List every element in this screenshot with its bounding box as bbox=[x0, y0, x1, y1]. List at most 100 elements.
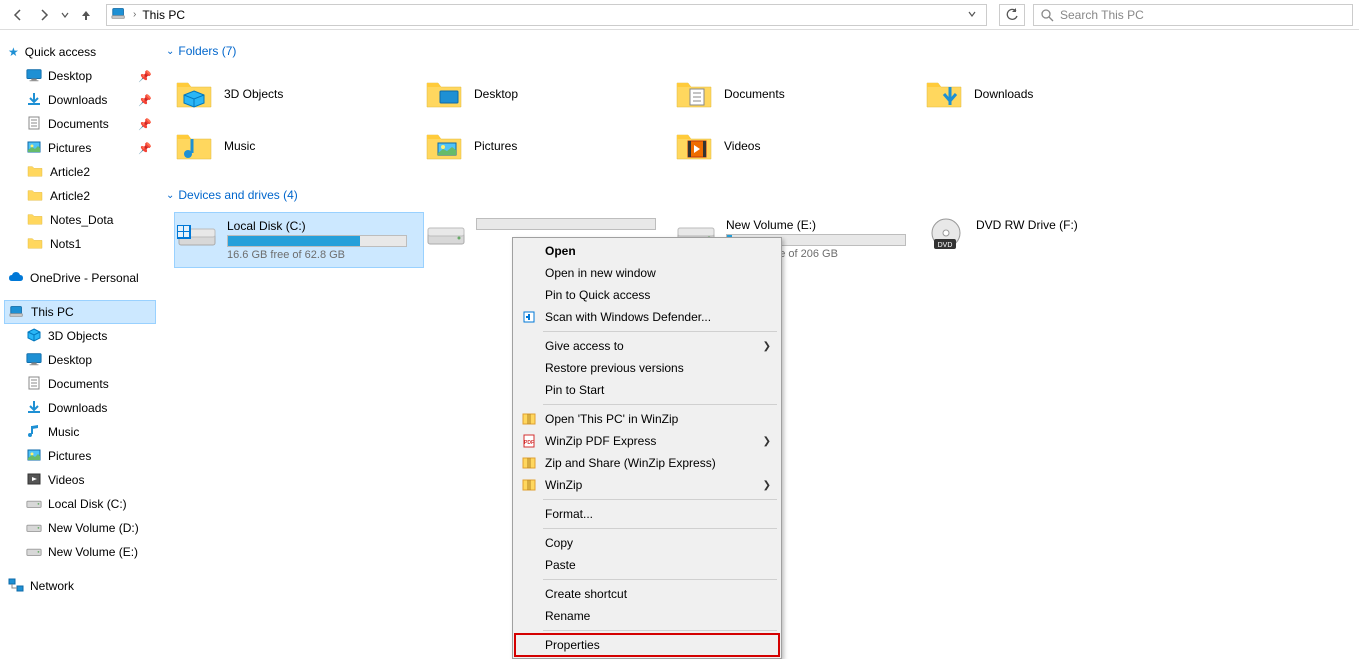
network-icon bbox=[8, 578, 24, 595]
sidebar-item-label: Documents bbox=[48, 377, 109, 391]
section-drives-header[interactable]: ⌄ Devices and drives (4) bbox=[160, 182, 1359, 208]
menu-item-openthispcinwinzip[interactable]: Open 'This PC' in WinZip bbox=[515, 408, 779, 430]
sidebar-item-label: Local Disk (C:) bbox=[48, 497, 127, 511]
back-button[interactable] bbox=[6, 3, 30, 27]
menu-item-format[interactable]: Format... bbox=[515, 503, 779, 525]
folder-label: Videos bbox=[724, 139, 760, 153]
sidebar-item-videos[interactable]: Videos bbox=[4, 468, 156, 492]
folder-3dobjects[interactable]: 3D Objects bbox=[174, 68, 424, 120]
menu-item-winzip[interactable]: WinZip❯ bbox=[515, 474, 779, 496]
sidebar-item-newvolumee[interactable]: New Volume (E:) bbox=[4, 540, 156, 564]
folder-icon bbox=[674, 126, 714, 166]
sidebar-this-pc[interactable]: This PC bbox=[4, 300, 156, 324]
sidebar-item-pictures[interactable]: Pictures📌 bbox=[4, 136, 156, 160]
address-bar[interactable]: › This PC bbox=[106, 4, 987, 26]
drive-capacity-bar bbox=[227, 235, 407, 247]
sidebar-item-downloads[interactable]: Downloads📌 bbox=[4, 88, 156, 112]
sidebar-item-label: Desktop bbox=[48, 69, 92, 83]
menu-item-paste[interactable]: Paste bbox=[515, 554, 779, 576]
drive-icon bbox=[26, 495, 42, 514]
address-dropdown[interactable] bbox=[962, 8, 982, 22]
pdf-icon: PDF bbox=[521, 433, 537, 449]
sidebar-item-music[interactable]: Music bbox=[4, 420, 156, 444]
menu-item-label: Create shortcut bbox=[545, 587, 627, 601]
sidebar-item-localdiskc[interactable]: Local Disk (C:) bbox=[4, 492, 156, 516]
chevron-right-icon: ❯ bbox=[763, 436, 771, 447]
sidebar-item-nots1[interactable]: Nots1 bbox=[4, 232, 156, 256]
navigation-pane: ★ Quick access Desktop📌Downloads📌Documen… bbox=[0, 30, 160, 643]
folder-icon bbox=[924, 74, 964, 114]
winzip-icon bbox=[521, 411, 537, 427]
sidebar-network[interactable]: Network bbox=[4, 574, 156, 598]
menu-item-scanwithwindowsdefender[interactable]: Scan with Windows Defender... bbox=[515, 306, 779, 328]
folder-icon bbox=[674, 74, 714, 114]
sidebar-quick-access[interactable]: ★ Quick access bbox=[4, 40, 156, 64]
up-button[interactable] bbox=[74, 3, 98, 27]
sidebar-item-article2[interactable]: Article2 bbox=[4, 184, 156, 208]
chevron-icon[interactable]: › bbox=[131, 9, 138, 20]
downloads-icon bbox=[26, 91, 42, 110]
folder-label: Downloads bbox=[974, 87, 1033, 101]
folder-music[interactable]: Music bbox=[174, 120, 424, 172]
pc-icon bbox=[111, 5, 127, 24]
menu-item-label: Pin to Start bbox=[545, 383, 604, 397]
sidebar-item-label: Notes_Dota bbox=[50, 213, 113, 227]
drive-icon bbox=[177, 215, 217, 255]
drive-label: DVD RW Drive (F:) bbox=[976, 218, 1172, 232]
desktop-icon bbox=[26, 351, 42, 370]
sidebar-item-documents[interactable]: Documents📌 bbox=[4, 112, 156, 136]
drive-dvdrwdrivef[interactable]: DVD RW Drive (F:) bbox=[924, 212, 1174, 268]
refresh-button[interactable] bbox=[999, 4, 1025, 26]
sidebar-onedrive[interactable]: OneDrive - Personal bbox=[4, 266, 156, 290]
folder-documents[interactable]: Documents bbox=[674, 68, 924, 120]
sidebar-item-newvolumed[interactable]: New Volume (D:) bbox=[4, 516, 156, 540]
svg-text:PDF: PDF bbox=[524, 440, 534, 446]
pin-icon: 📌 bbox=[138, 142, 152, 155]
cloud-icon bbox=[8, 271, 24, 286]
breadcrumb-this-pc[interactable]: This PC bbox=[138, 8, 189, 22]
menu-item-zipandsharewinzipexpress[interactable]: Zip and Share (WinZip Express) bbox=[515, 452, 779, 474]
menu-item-copy[interactable]: Copy bbox=[515, 532, 779, 554]
chevron-right-icon: ❯ bbox=[763, 341, 771, 352]
context-menu: OpenOpen in new windowPin to Quick acces… bbox=[512, 237, 782, 659]
sidebar-item-desktop[interactable]: Desktop bbox=[4, 348, 156, 372]
recent-dropdown[interactable] bbox=[58, 3, 72, 27]
folder-downloads[interactable]: Downloads bbox=[924, 68, 1174, 120]
menu-item-label: Scan with Windows Defender... bbox=[545, 310, 711, 324]
forward-button[interactable] bbox=[32, 3, 56, 27]
search-input[interactable]: Search This PC bbox=[1033, 4, 1353, 26]
pictures-icon bbox=[26, 139, 42, 158]
documents-icon bbox=[26, 375, 42, 394]
folder-icon bbox=[424, 126, 464, 166]
sidebar-item-desktop[interactable]: Desktop📌 bbox=[4, 64, 156, 88]
menu-item-open[interactable]: Open bbox=[515, 240, 779, 262]
menu-item-pintostart[interactable]: Pin to Start bbox=[515, 379, 779, 401]
section-folders-header[interactable]: ⌄ Folders (7) bbox=[160, 38, 1359, 64]
menu-item-properties[interactable]: Properties bbox=[515, 634, 779, 656]
sidebar-item-label: Pictures bbox=[48, 449, 91, 463]
content-pane: ⌄ Folders (7) 3D ObjectsDesktopDocuments… bbox=[160, 30, 1359, 643]
menu-item-pintoquickaccess[interactable]: Pin to Quick access bbox=[515, 284, 779, 306]
menu-item-createshortcut[interactable]: Create shortcut bbox=[515, 583, 779, 605]
sidebar-item-notesdota[interactable]: Notes_Dota bbox=[4, 208, 156, 232]
sidebar-item-documents[interactable]: Documents bbox=[4, 372, 156, 396]
drive-icon bbox=[926, 214, 966, 254]
folder-videos[interactable]: Videos bbox=[674, 120, 924, 172]
sidebar-item-3dobjects[interactable]: 3D Objects bbox=[4, 324, 156, 348]
sidebar-item-article2[interactable]: Article2 bbox=[4, 160, 156, 184]
folder-desktop[interactable]: Desktop bbox=[424, 68, 674, 120]
sidebar-item-label: 3D Objects bbox=[48, 329, 107, 343]
drive-localdiskc[interactable]: Local Disk (C:)16.6 GB free of 62.8 GB bbox=[174, 212, 424, 268]
menu-item-rename[interactable]: Rename bbox=[515, 605, 779, 627]
menu-item-giveaccessto[interactable]: Give access to❯ bbox=[515, 335, 779, 357]
folder-pictures[interactable]: Pictures bbox=[424, 120, 674, 172]
menu-item-restorepreviousversions[interactable]: Restore previous versions bbox=[515, 357, 779, 379]
search-placeholder: Search This PC bbox=[1060, 8, 1144, 22]
menu-separator bbox=[543, 331, 777, 332]
sidebar-item-pictures[interactable]: Pictures bbox=[4, 444, 156, 468]
menu-item-winzippdfexpress[interactable]: PDFWinZip PDF Express❯ bbox=[515, 430, 779, 452]
sidebar-item-downloads[interactable]: Downloads bbox=[4, 396, 156, 420]
section-title: Devices and drives (4) bbox=[178, 188, 297, 202]
menu-item-openinnewwindow[interactable]: Open in new window bbox=[515, 262, 779, 284]
pc-icon bbox=[9, 303, 25, 322]
